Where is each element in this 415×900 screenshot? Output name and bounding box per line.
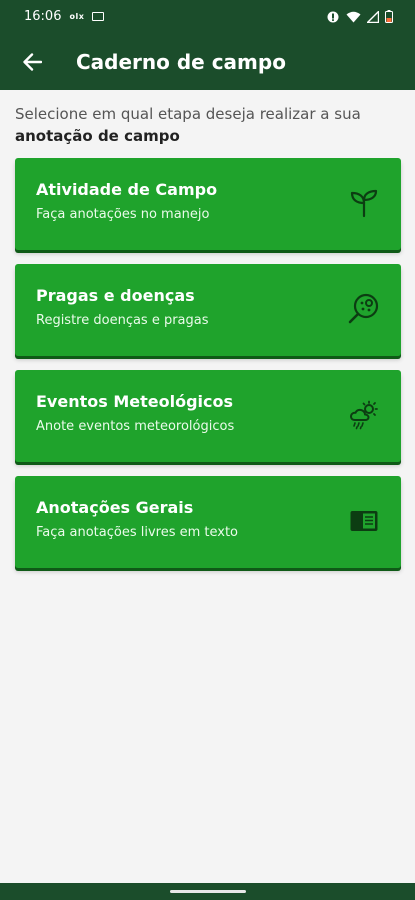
sprout-icon	[347, 186, 381, 220]
status-time: 16:06	[24, 9, 62, 24]
wifi-icon	[346, 11, 361, 22]
pest-search-icon	[347, 292, 381, 326]
back-button[interactable]	[18, 48, 46, 76]
card-subtitle: Faça anotações no manejo	[36, 207, 210, 222]
card-pragas-e-doencas[interactable]: Pragas e doenças Registre doenças e prag…	[15, 264, 401, 356]
status-right	[326, 10, 393, 23]
intro-text-bold: anotação de campo	[15, 127, 180, 145]
card-subtitle: Faça anotações livres em texto	[36, 525, 239, 540]
eye-icon	[327, 11, 339, 22]
card-title: Atividade de Campo	[36, 180, 218, 199]
battery-icon	[385, 10, 393, 23]
card-title: Anotações Gerais	[36, 498, 194, 517]
app-bar: Caderno de campo	[0, 33, 415, 90]
card-anotacoes-gerais[interactable]: Anotações Gerais Faça anotações livres e…	[15, 476, 401, 568]
card-subtitle: Anote eventos meteorológicos	[36, 419, 235, 434]
page-title: Caderno de campo	[76, 49, 286, 74]
status-bar: 16:06 olx	[0, 0, 415, 33]
card-title: Pragas e doenças	[36, 286, 195, 305]
intro-text: Selecione em qual etapa deseja realizar …	[15, 103, 405, 147]
arrow-left-icon	[23, 52, 42, 71]
weather-icon	[347, 398, 381, 432]
signal-icon	[367, 10, 379, 23]
status-app-indicator: olx	[69, 12, 85, 21]
card-atividade-de-campo[interactable]: Atividade de Campo Faça anotações no man…	[15, 158, 401, 250]
navigation-bar	[0, 883, 415, 900]
card-eventos-meteologicos[interactable]: Eventos Meteológicos Anote eventos meteo…	[15, 370, 401, 462]
notebook-icon	[347, 504, 381, 538]
message-icon	[92, 12, 105, 21]
card-title: Eventos Meteológicos	[36, 392, 234, 411]
home-gesture-handle[interactable]	[170, 890, 246, 893]
intro-text-regular: Selecione em qual etapa deseja realizar …	[15, 105, 361, 123]
status-left: 16:06 olx	[24, 9, 105, 24]
card-subtitle: Registre doenças e pragas	[36, 313, 209, 328]
